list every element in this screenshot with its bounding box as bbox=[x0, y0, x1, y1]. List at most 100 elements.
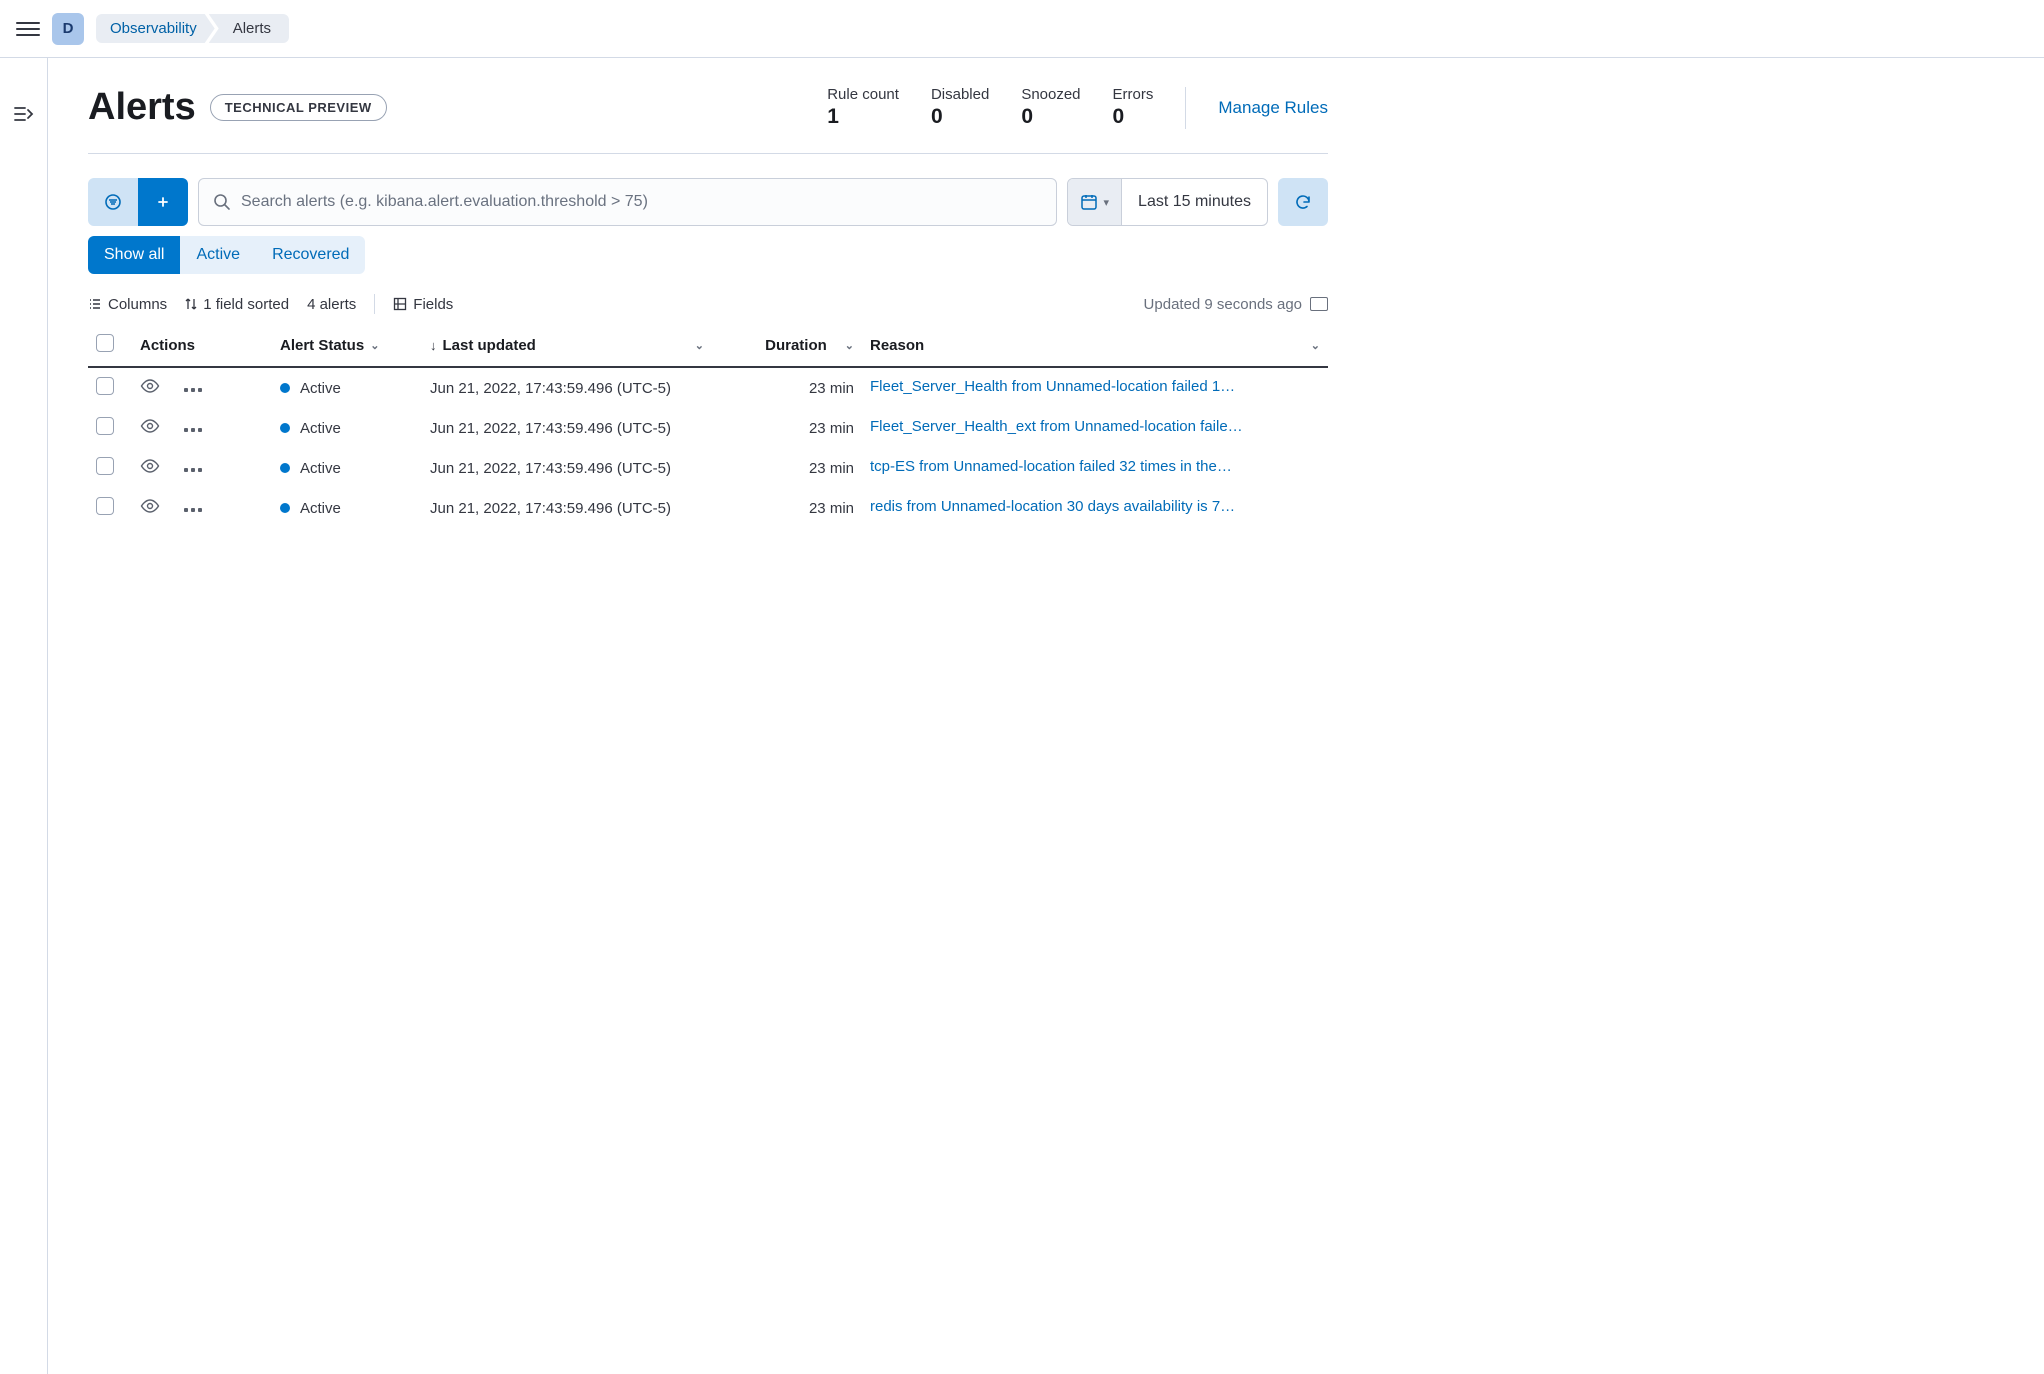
topbar: D Observability Alerts bbox=[0, 0, 2044, 58]
breadcrumb-alerts: Alerts bbox=[209, 14, 289, 43]
status-dot-icon bbox=[280, 423, 290, 433]
alert-count: 4 alerts bbox=[307, 296, 356, 313]
tab-active[interactable]: Active bbox=[180, 236, 256, 274]
table-row: Active Jun 21, 2022, 17:43:59.496 (UTC-5… bbox=[88, 448, 1328, 488]
fields-button[interactable]: Fields bbox=[393, 296, 453, 313]
columns-label: Columns bbox=[108, 296, 167, 313]
more-actions-icon[interactable] bbox=[184, 420, 202, 437]
columns-button[interactable]: Columns bbox=[88, 296, 167, 313]
divider bbox=[1185, 87, 1186, 129]
stat-value: 0 bbox=[931, 105, 989, 129]
stat-label: Snoozed bbox=[1021, 86, 1080, 103]
table-row: Active Jun 21, 2022, 17:43:59.496 (UTC-5… bbox=[88, 408, 1328, 448]
reason-link[interactable]: redis from Unnamed-location 30 days avai… bbox=[870, 498, 1235, 515]
row-checkbox[interactable] bbox=[96, 377, 114, 395]
refresh-icon bbox=[1294, 193, 1312, 211]
more-actions-icon[interactable] bbox=[184, 460, 202, 477]
manage-rules-link[interactable]: Manage Rules bbox=[1218, 98, 1328, 118]
stat-value: 0 bbox=[1113, 105, 1154, 129]
breadcrumb: Observability Alerts bbox=[96, 14, 289, 43]
divider bbox=[374, 294, 375, 314]
more-actions-icon[interactable] bbox=[184, 500, 202, 517]
chevron-down-icon: ▾ bbox=[1104, 196, 1110, 209]
tab-show-all[interactable]: Show all bbox=[88, 236, 180, 274]
technical-preview-badge: TECHNICAL PREVIEW bbox=[210, 94, 387, 121]
row-checkbox[interactable] bbox=[96, 417, 114, 435]
search-icon bbox=[213, 193, 231, 211]
status-text: Active bbox=[300, 420, 341, 437]
last-updated-cell: Jun 21, 2022, 17:43:59.496 (UTC-5) bbox=[422, 367, 712, 408]
reason-link[interactable]: tcp-ES from Unnamed-location failed 32 t… bbox=[870, 458, 1232, 475]
stat-rule-count: Rule count 1 bbox=[827, 86, 899, 129]
last-updated-cell: Jun 21, 2022, 17:43:59.496 (UTC-5) bbox=[422, 408, 712, 448]
page-header: Alerts TECHNICAL PREVIEW Rule count 1 Di… bbox=[88, 86, 1328, 154]
status-dot-icon bbox=[280, 383, 290, 393]
col-status[interactable]: Alert Status⌄ bbox=[272, 324, 422, 367]
date-range-label[interactable]: Last 15 minutes bbox=[1122, 179, 1267, 225]
updated-timestamp: Updated 9 seconds ago bbox=[1144, 296, 1328, 313]
space-letter: D bbox=[63, 20, 74, 37]
fields-label: Fields bbox=[413, 296, 453, 313]
chevron-down-icon: ⌄ bbox=[1311, 339, 1320, 352]
row-checkbox[interactable] bbox=[96, 457, 114, 475]
search-input-container[interactable] bbox=[198, 178, 1057, 226]
chevron-down-icon: ⌄ bbox=[695, 339, 704, 352]
status-text: Active bbox=[300, 500, 341, 517]
stat-errors: Errors 0 bbox=[1113, 86, 1154, 129]
more-actions-icon[interactable] bbox=[184, 380, 202, 397]
chevron-down-icon: ⌄ bbox=[370, 339, 379, 352]
calendar-button[interactable]: ▾ bbox=[1068, 179, 1123, 225]
view-icon[interactable] bbox=[140, 419, 160, 437]
breadcrumb-observability[interactable]: Observability bbox=[96, 14, 215, 43]
view-icon[interactable] bbox=[140, 459, 160, 477]
sort-icon bbox=[185, 297, 197, 311]
add-filter-button[interactable] bbox=[138, 178, 188, 226]
date-range-picker[interactable]: ▾ Last 15 minutes bbox=[1067, 178, 1268, 226]
stat-label: Disabled bbox=[931, 86, 989, 103]
sort-button[interactable]: 1 field sorted bbox=[185, 296, 289, 313]
status-dot-icon bbox=[280, 463, 290, 473]
view-icon[interactable] bbox=[140, 379, 160, 397]
menu-icon[interactable] bbox=[16, 17, 40, 41]
duration-cell: 23 min bbox=[712, 448, 862, 488]
stat-value: 0 bbox=[1021, 105, 1080, 129]
table-row: Active Jun 21, 2022, 17:43:59.496 (UTC-5… bbox=[88, 367, 1328, 408]
last-updated-cell: Jun 21, 2022, 17:43:59.496 (UTC-5) bbox=[422, 488, 712, 528]
sort-desc-icon: ↓ bbox=[430, 338, 437, 353]
space-selector[interactable]: D bbox=[52, 13, 84, 45]
col-last-updated[interactable]: ↓Last updated⌄ bbox=[422, 324, 712, 367]
duration-cell: 23 min bbox=[712, 367, 862, 408]
row-checkbox[interactable] bbox=[96, 497, 114, 515]
stat-value: 1 bbox=[827, 105, 899, 129]
chevron-down-icon: ⌄ bbox=[845, 339, 854, 352]
col-reason[interactable]: Reason⌄ bbox=[862, 324, 1328, 367]
alerts-table: Actions Alert Status⌄ ↓Last updated⌄ Dur… bbox=[88, 324, 1328, 528]
expand-sidebar-icon[interactable] bbox=[14, 106, 34, 127]
view-icon[interactable] bbox=[140, 499, 160, 517]
stat-snoozed: Snoozed 0 bbox=[1021, 86, 1080, 129]
list-icon bbox=[88, 297, 102, 311]
tab-recovered[interactable]: Recovered bbox=[256, 236, 365, 274]
search-input[interactable] bbox=[241, 193, 1042, 211]
status-dot-icon bbox=[280, 503, 290, 513]
filter-toggle-button[interactable] bbox=[88, 178, 138, 226]
page-title: Alerts bbox=[88, 86, 196, 129]
reason-link[interactable]: Fleet_Server_Health from Unnamed-locatio… bbox=[870, 378, 1235, 395]
status-text: Active bbox=[300, 460, 341, 477]
fields-icon bbox=[393, 297, 407, 311]
refresh-button[interactable] bbox=[1278, 178, 1328, 226]
calendar-icon bbox=[1080, 193, 1098, 211]
sort-label: 1 field sorted bbox=[203, 296, 289, 313]
fullscreen-icon[interactable] bbox=[1310, 297, 1328, 311]
left-rail bbox=[0, 58, 48, 1374]
status-filter-tabs: Show all Active Recovered bbox=[88, 236, 1328, 274]
duration-cell: 23 min bbox=[712, 488, 862, 528]
select-all-checkbox[interactable] bbox=[96, 334, 114, 352]
table-row: Active Jun 21, 2022, 17:43:59.496 (UTC-5… bbox=[88, 488, 1328, 528]
stat-label: Rule count bbox=[827, 86, 899, 103]
col-duration[interactable]: Duration⌄ bbox=[712, 324, 862, 367]
stat-disabled: Disabled 0 bbox=[931, 86, 989, 129]
reason-link[interactable]: Fleet_Server_Health_ext from Unnamed-loc… bbox=[870, 418, 1243, 435]
status-text: Active bbox=[300, 380, 341, 397]
stat-label: Errors bbox=[1113, 86, 1154, 103]
